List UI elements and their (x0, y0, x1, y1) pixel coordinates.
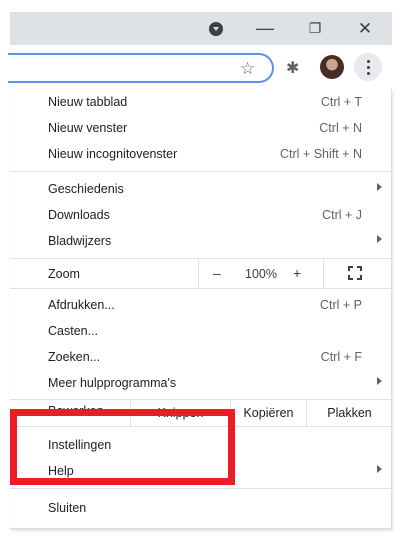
more-menu-icon[interactable] (354, 53, 382, 81)
menu-item-label: Nieuw venster (48, 121, 128, 135)
menu-item-label: Casten... (48, 324, 99, 338)
submenu-arrow-icon (377, 465, 382, 473)
avatar[interactable] (320, 55, 344, 79)
menu-item-find[interactable]: Zoeken... Ctrl + F (10, 344, 392, 370)
bookmark-star-icon[interactable]: ☆ (240, 57, 255, 81)
menu-item-label: Nieuw tabblad (48, 95, 128, 109)
copy-button[interactable]: Kopiëren (230, 400, 306, 426)
close-button[interactable]: ✕ (350, 12, 380, 45)
menu-item-shortcut: Ctrl + J (322, 208, 362, 222)
toolbar: ☆ ✱ (8, 45, 392, 89)
menu-item-label: Geschiedenis (48, 182, 124, 196)
submenu-arrow-icon (377, 377, 382, 385)
menu-item-shortcut: Ctrl + N (319, 121, 362, 135)
title-bar: — ❐ ✕ (10, 12, 392, 45)
menu-item-new-window[interactable]: Nieuw venster Ctrl + N (10, 115, 392, 141)
menu-item-new-tab[interactable]: Nieuw tabblad Ctrl + T (10, 89, 392, 115)
divider (10, 171, 392, 172)
minimize-button[interactable]: — (250, 12, 280, 45)
menu-item-new-incognito[interactable]: Nieuw incognitovenster Ctrl + Shift + N (10, 141, 392, 167)
submenu-arrow-icon (377, 235, 382, 243)
zoom-level: 100% (245, 267, 277, 281)
menu-item-label: Downloads (48, 208, 110, 222)
menu-item-history[interactable]: Geschiedenis (10, 176, 392, 202)
menu-item-shortcut: Ctrl + Shift + N (280, 147, 362, 161)
highlight-annotation (10, 409, 235, 485)
menu-item-label: Zoeken... (48, 350, 101, 364)
menu-item-print[interactable]: Afdrukken... Ctrl + P (10, 292, 392, 318)
menu-item-label: Afdrukken... (48, 298, 115, 312)
menu-item-shortcut: Ctrl + F (320, 350, 362, 364)
address-bar[interactable]: ☆ (8, 53, 274, 83)
divider (10, 288, 392, 289)
menu-item-more-tools[interactable]: Meer hulpprogramma's (10, 370, 392, 396)
menu-item-bookmarks[interactable]: Bladwijzers (10, 228, 392, 254)
zoom-out-button[interactable]: – (213, 265, 221, 281)
menu-item-label: Sluiten (48, 501, 87, 515)
restore-button[interactable]: ❐ (300, 12, 330, 45)
profile-menu-icon[interactable] (203, 12, 229, 45)
zoom-in-button[interactable]: + (293, 265, 301, 281)
menu-item-exit[interactable]: Sluiten (10, 495, 392, 521)
menu-item-label: Nieuw incognitovenster (48, 147, 178, 161)
zoom-control: – 100% + (198, 259, 324, 288)
divider (10, 488, 392, 489)
menu-item-cast[interactable]: Casten... (10, 318, 392, 344)
menu-item-shortcut: Ctrl + P (319, 298, 362, 312)
submenu-arrow-icon (377, 183, 382, 191)
menu-item-shortcut: Ctrl + T (320, 95, 362, 109)
fullscreen-icon[interactable] (348, 266, 362, 280)
extensions-icon[interactable]: ✱ (286, 58, 299, 78)
menu-item-downloads[interactable]: Downloads Ctrl + J (10, 202, 392, 228)
menu-item-label: Bladwijzers (48, 234, 112, 248)
zoom-label: Zoom (48, 267, 80, 281)
menu-item-label: Meer hulpprogramma's (48, 376, 177, 390)
paste-button[interactable]: Plakken (306, 400, 392, 426)
zoom-row: Zoom – 100% + (10, 259, 392, 288)
